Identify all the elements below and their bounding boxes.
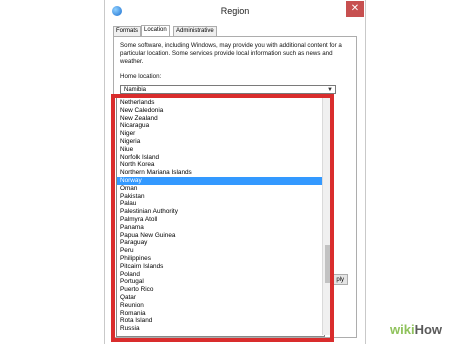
home-location-label: Home location: xyxy=(120,73,162,80)
home-location-select[interactable]: Namibia ▼ xyxy=(120,85,336,94)
title-bar: Region ✕ xyxy=(105,0,365,22)
highlight-box xyxy=(111,94,334,342)
close-button[interactable]: ✕ xyxy=(346,1,364,17)
tab-formats[interactable]: Formats xyxy=(113,26,142,36)
tab-location[interactable]: Location xyxy=(141,25,170,36)
logo-wiki: wiki xyxy=(390,322,415,337)
window-title: Region xyxy=(220,6,250,16)
tab-administrative[interactable]: Administrative xyxy=(173,26,217,36)
location-description: Some software, including Windows, may pr… xyxy=(120,42,342,66)
logo-how: How xyxy=(414,322,443,337)
home-location-value: Namibia xyxy=(124,87,147,93)
wikihow-logo: wikiHow xyxy=(390,322,442,337)
